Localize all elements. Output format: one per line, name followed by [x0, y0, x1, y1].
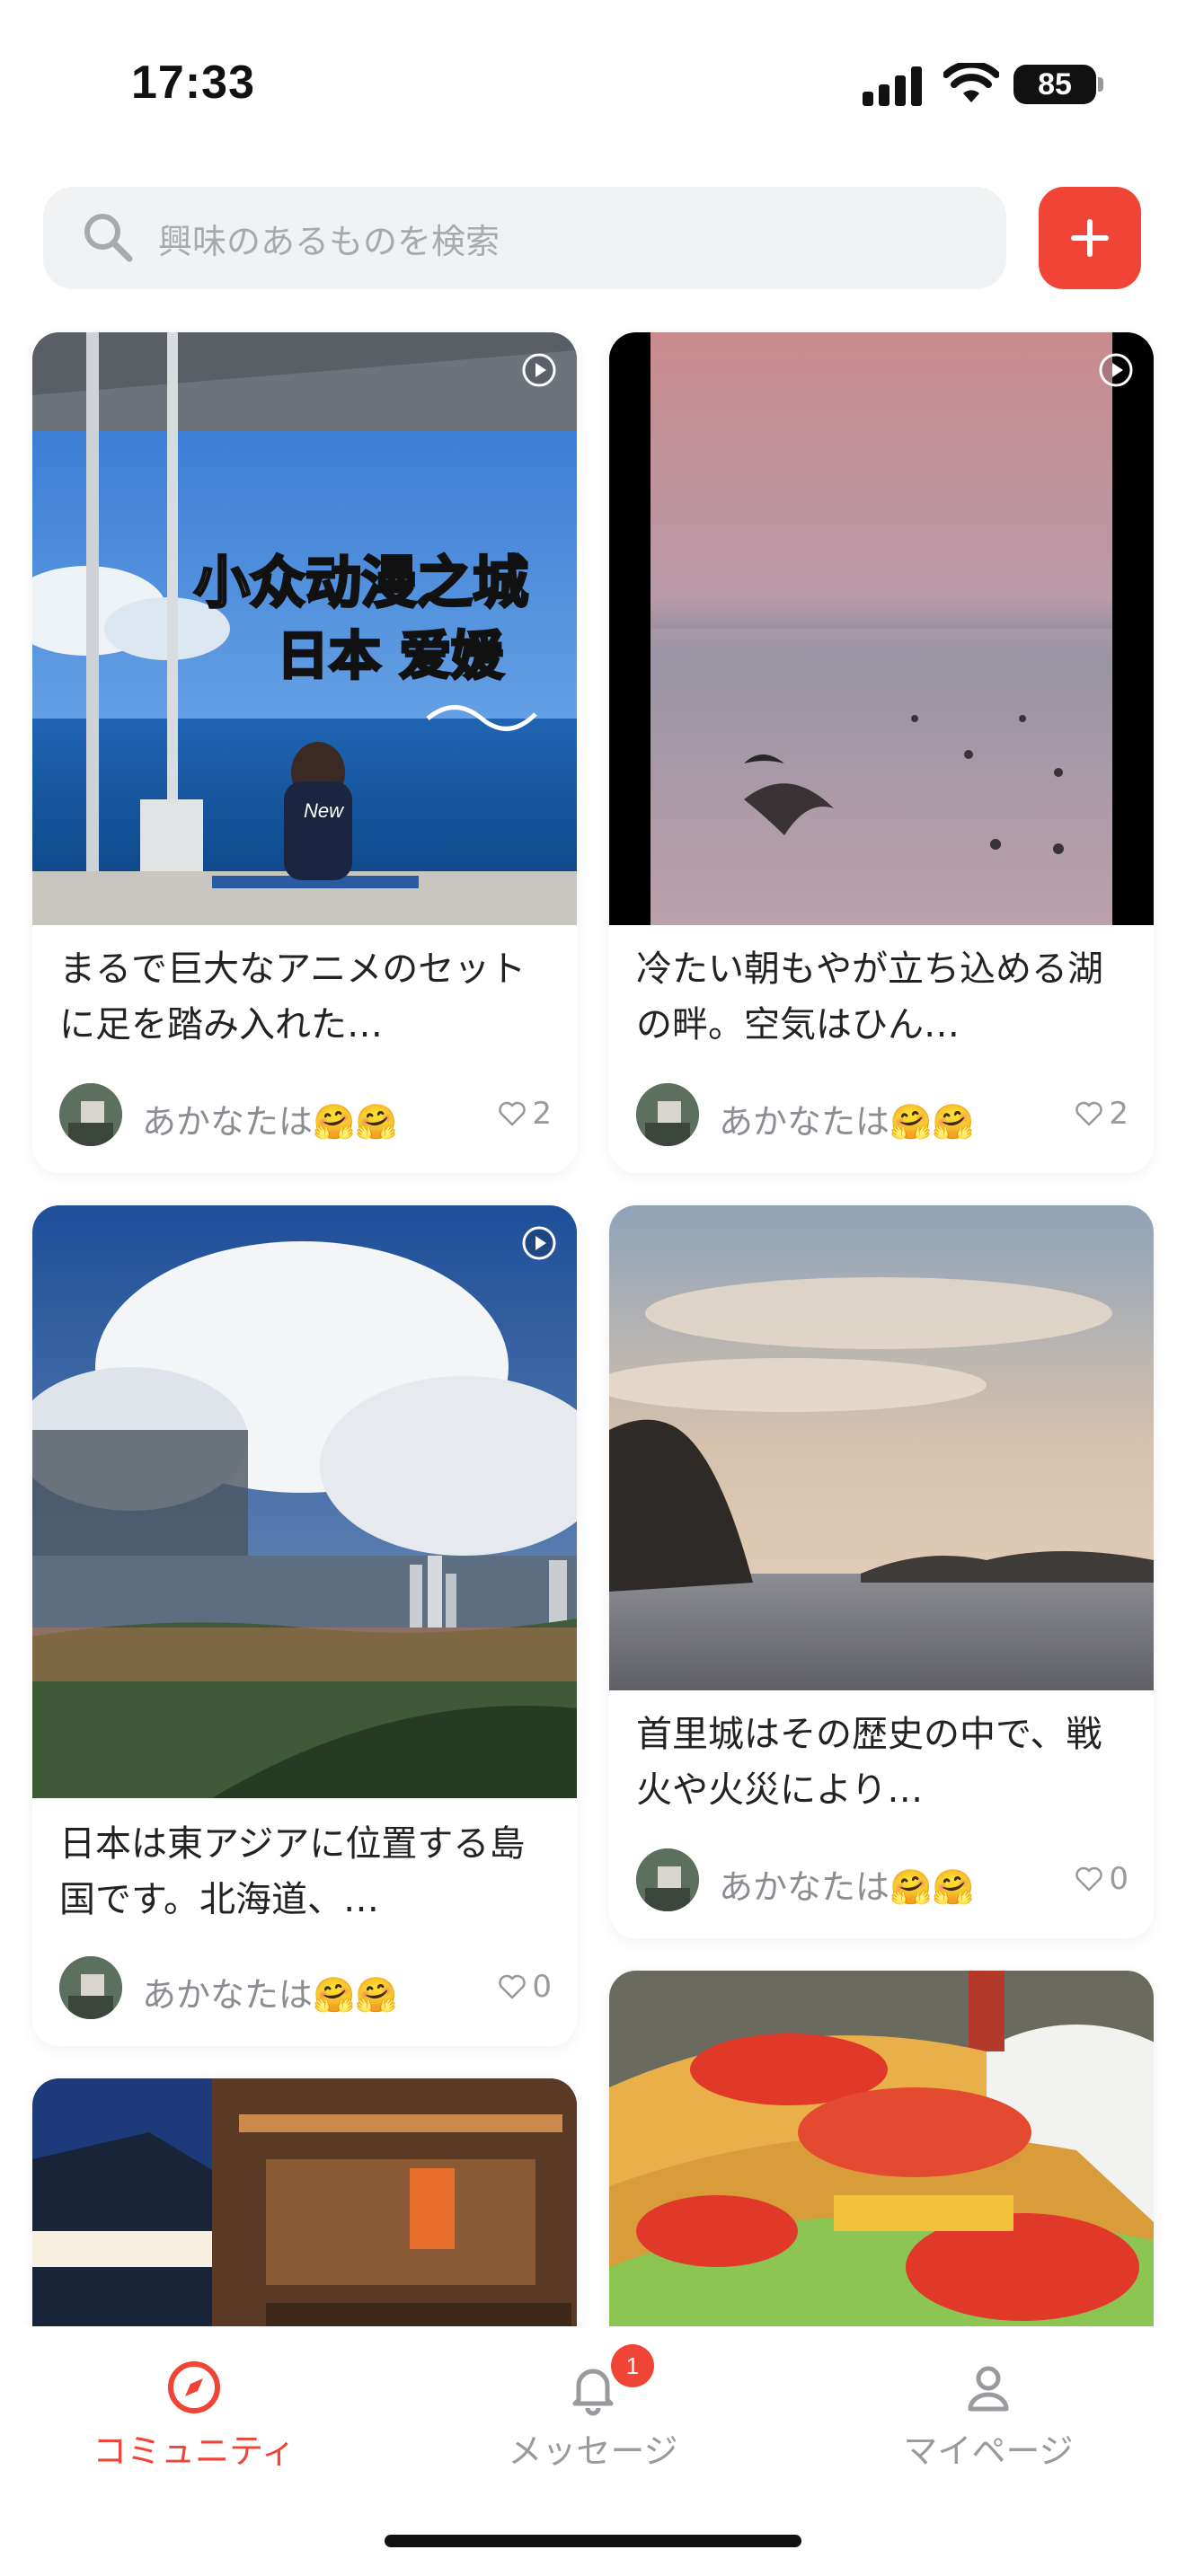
like-count[interactable]: 2 [498, 1096, 552, 1132]
post-title: 首里城はその歴史の中で、戦火や火災により… [636, 1714, 1102, 1811]
compass-icon [168, 2361, 220, 2413]
overlay-title-line1: 小众动漫之城 [194, 550, 528, 615]
battery-indicator: 85 [1013, 65, 1096, 104]
heart-icon [1075, 1101, 1103, 1126]
post-meta: あかなたは🤗🤗 2 [636, 1083, 1128, 1148]
avatar[interactable] [59, 1956, 122, 2019]
status-bar: 17:33 85 [0, 0, 1186, 162]
heart-icon [499, 1101, 527, 1126]
like-count-value: 2 [532, 1096, 552, 1132]
like-count[interactable]: 0 [1075, 1861, 1128, 1897]
video-play-icon [522, 353, 556, 387]
avatar[interactable] [636, 1848, 699, 1911]
tab-community[interactable]: コミュニティ [59, 2359, 329, 2473]
add-post-button[interactable] [1039, 187, 1141, 289]
tacos-image [609, 1971, 1154, 2384]
video-play-icon [522, 1226, 556, 1260]
author-name[interactable]: あかなたは🤗🤗 [719, 1859, 975, 1909]
avatar[interactable] [59, 1083, 122, 1146]
like-count-value: 0 [1109, 1861, 1128, 1897]
tab-mypage-label: マイページ [903, 2431, 1074, 2471]
home-indicator [385, 2535, 801, 2547]
wifi-icon [943, 63, 999, 102]
like-count-value: 2 [1109, 1096, 1128, 1132]
svg-text:New: New [304, 799, 345, 822]
avatar[interactable] [636, 1083, 699, 1146]
author-name[interactable]: あかなたは🤗🤗 [719, 1094, 975, 1143]
seaside-station-image: New 小众动漫之城 日本 爱媛 [32, 332, 577, 925]
post-card[interactable]: 首里城はその歴史の中で、戦火や火災により… あかなたは🤗🤗 0 [609, 1205, 1154, 1938]
post-meta: あかなたは🤗🤗 0 [636, 1848, 1128, 1913]
author-name[interactable]: あかなたは🤗🤗 [142, 1094, 398, 1143]
search-input[interactable]: 興味のあるものを検索 [43, 187, 1006, 289]
overlay-title-line2: 日本 爱媛 [277, 625, 504, 686]
notification-badge: 1 [611, 2344, 654, 2387]
post-title: 冷たい朝もやが立ち込める湖の畔。空気はひん… [636, 948, 1103, 1045]
author-name[interactable]: あかなたは🤗🤗 [142, 1967, 398, 2016]
post-meta: あかなたは🤗🤗 0 [59, 1956, 552, 2021]
like-count-value: 0 [532, 1969, 552, 2005]
search-icon [84, 214, 133, 262]
post-meta: あかなたは🤗🤗 2 [59, 1083, 552, 1148]
search-placeholder: 興味のあるものを検索 [158, 222, 500, 261]
post-card[interactable]: 日本は東アジアに位置する島国です。北海道、… あかなたは🤗🤗 0 [32, 1205, 577, 2046]
post-thumbnail[interactable] [609, 332, 1154, 925]
post-thumbnail[interactable] [609, 1205, 1154, 1690]
person-icon [968, 2366, 1009, 2412]
post-thumbnail[interactable]: New 小众动漫之城 日本 爱媛 [32, 332, 577, 925]
status-time: 17:33 [131, 57, 255, 109]
coastal-city-clouds-image [32, 1205, 577, 1798]
post-title: まるで巨大なアニメのセットに足を踏み入れた… [59, 948, 527, 1045]
battery-tip [1098, 77, 1103, 92]
like-count[interactable]: 0 [498, 1969, 552, 2005]
like-count[interactable]: 2 [1075, 1096, 1128, 1132]
heart-icon [499, 1974, 527, 1999]
tab-mypage[interactable]: マイページ [854, 2359, 1123, 2473]
post-thumbnail[interactable] [609, 1971, 1154, 2384]
tab-community-label: コミュニティ [93, 2431, 296, 2471]
post-card[interactable]: 冷たい朝もやが立ち込める湖の畔。空気はひん… あかなたは🤗🤗 2 [609, 332, 1154, 1173]
tab-messages-label: メッセージ [508, 2431, 678, 2471]
heart-icon [1075, 1866, 1103, 1892]
post-card[interactable]: New 小众动漫之城 日本 爱媛 まるで巨大なアニメのセットに足を踏み入れた… … [32, 332, 577, 1173]
post-title: 日本は東アジアに位置する島国です。北海道、… [59, 1823, 526, 1920]
video-play-icon [1099, 353, 1133, 387]
post-thumbnail[interactable] [32, 1205, 577, 1798]
sunset-island-image [609, 1205, 1154, 1690]
cellular-signal-icon [863, 66, 922, 106]
misty-lake-birds-image [609, 332, 1154, 925]
tab-messages[interactable]: 1 メッセージ [458, 2344, 728, 2473]
post-card[interactable] [609, 1971, 1154, 2384]
